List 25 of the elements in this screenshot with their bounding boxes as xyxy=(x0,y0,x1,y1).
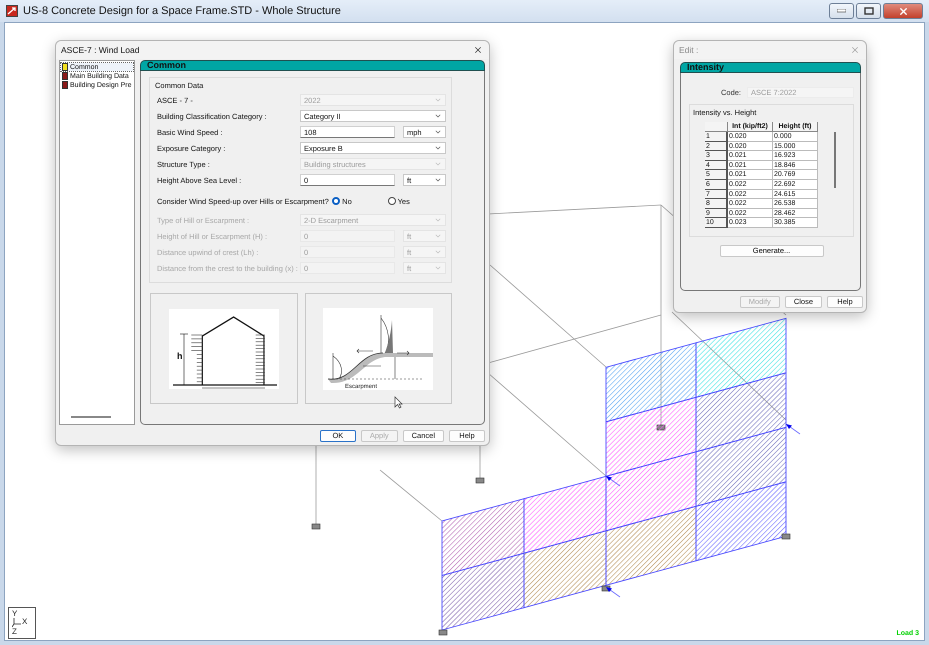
axis-label: Y xyxy=(12,610,18,618)
minimize-icon xyxy=(837,9,846,13)
close-icon xyxy=(898,6,908,16)
minimize-button[interactable] xyxy=(829,3,854,19)
maximize-button[interactable] xyxy=(856,3,881,19)
mouse-pointer-icon xyxy=(394,396,403,409)
table-corner xyxy=(705,122,728,132)
panel-header: Intensity xyxy=(680,62,861,73)
scrollbar-thumb[interactable] xyxy=(834,132,836,188)
window-title: US-8 Concrete Design for a Space Frame.STD - Whole Structure xyxy=(23,5,341,17)
dialog-title: Edit : xyxy=(679,45,698,55)
support-icon xyxy=(476,478,484,484)
support-icon xyxy=(312,524,320,530)
app-icon xyxy=(6,5,18,17)
dimension-label: h xyxy=(176,350,182,360)
dialog-title: ASCE-7 : Wind Load xyxy=(61,45,140,55)
axis-label: Z xyxy=(12,628,18,636)
panel-header: Common xyxy=(140,60,485,71)
scrollbar-thumb[interactable] xyxy=(71,416,111,418)
maximize-icon xyxy=(864,7,874,15)
frame-member-line xyxy=(380,470,442,522)
close-icon xyxy=(473,45,483,55)
axis-label: X xyxy=(22,618,28,628)
close-icon xyxy=(850,45,860,55)
axis-lines-icon xyxy=(12,618,22,628)
